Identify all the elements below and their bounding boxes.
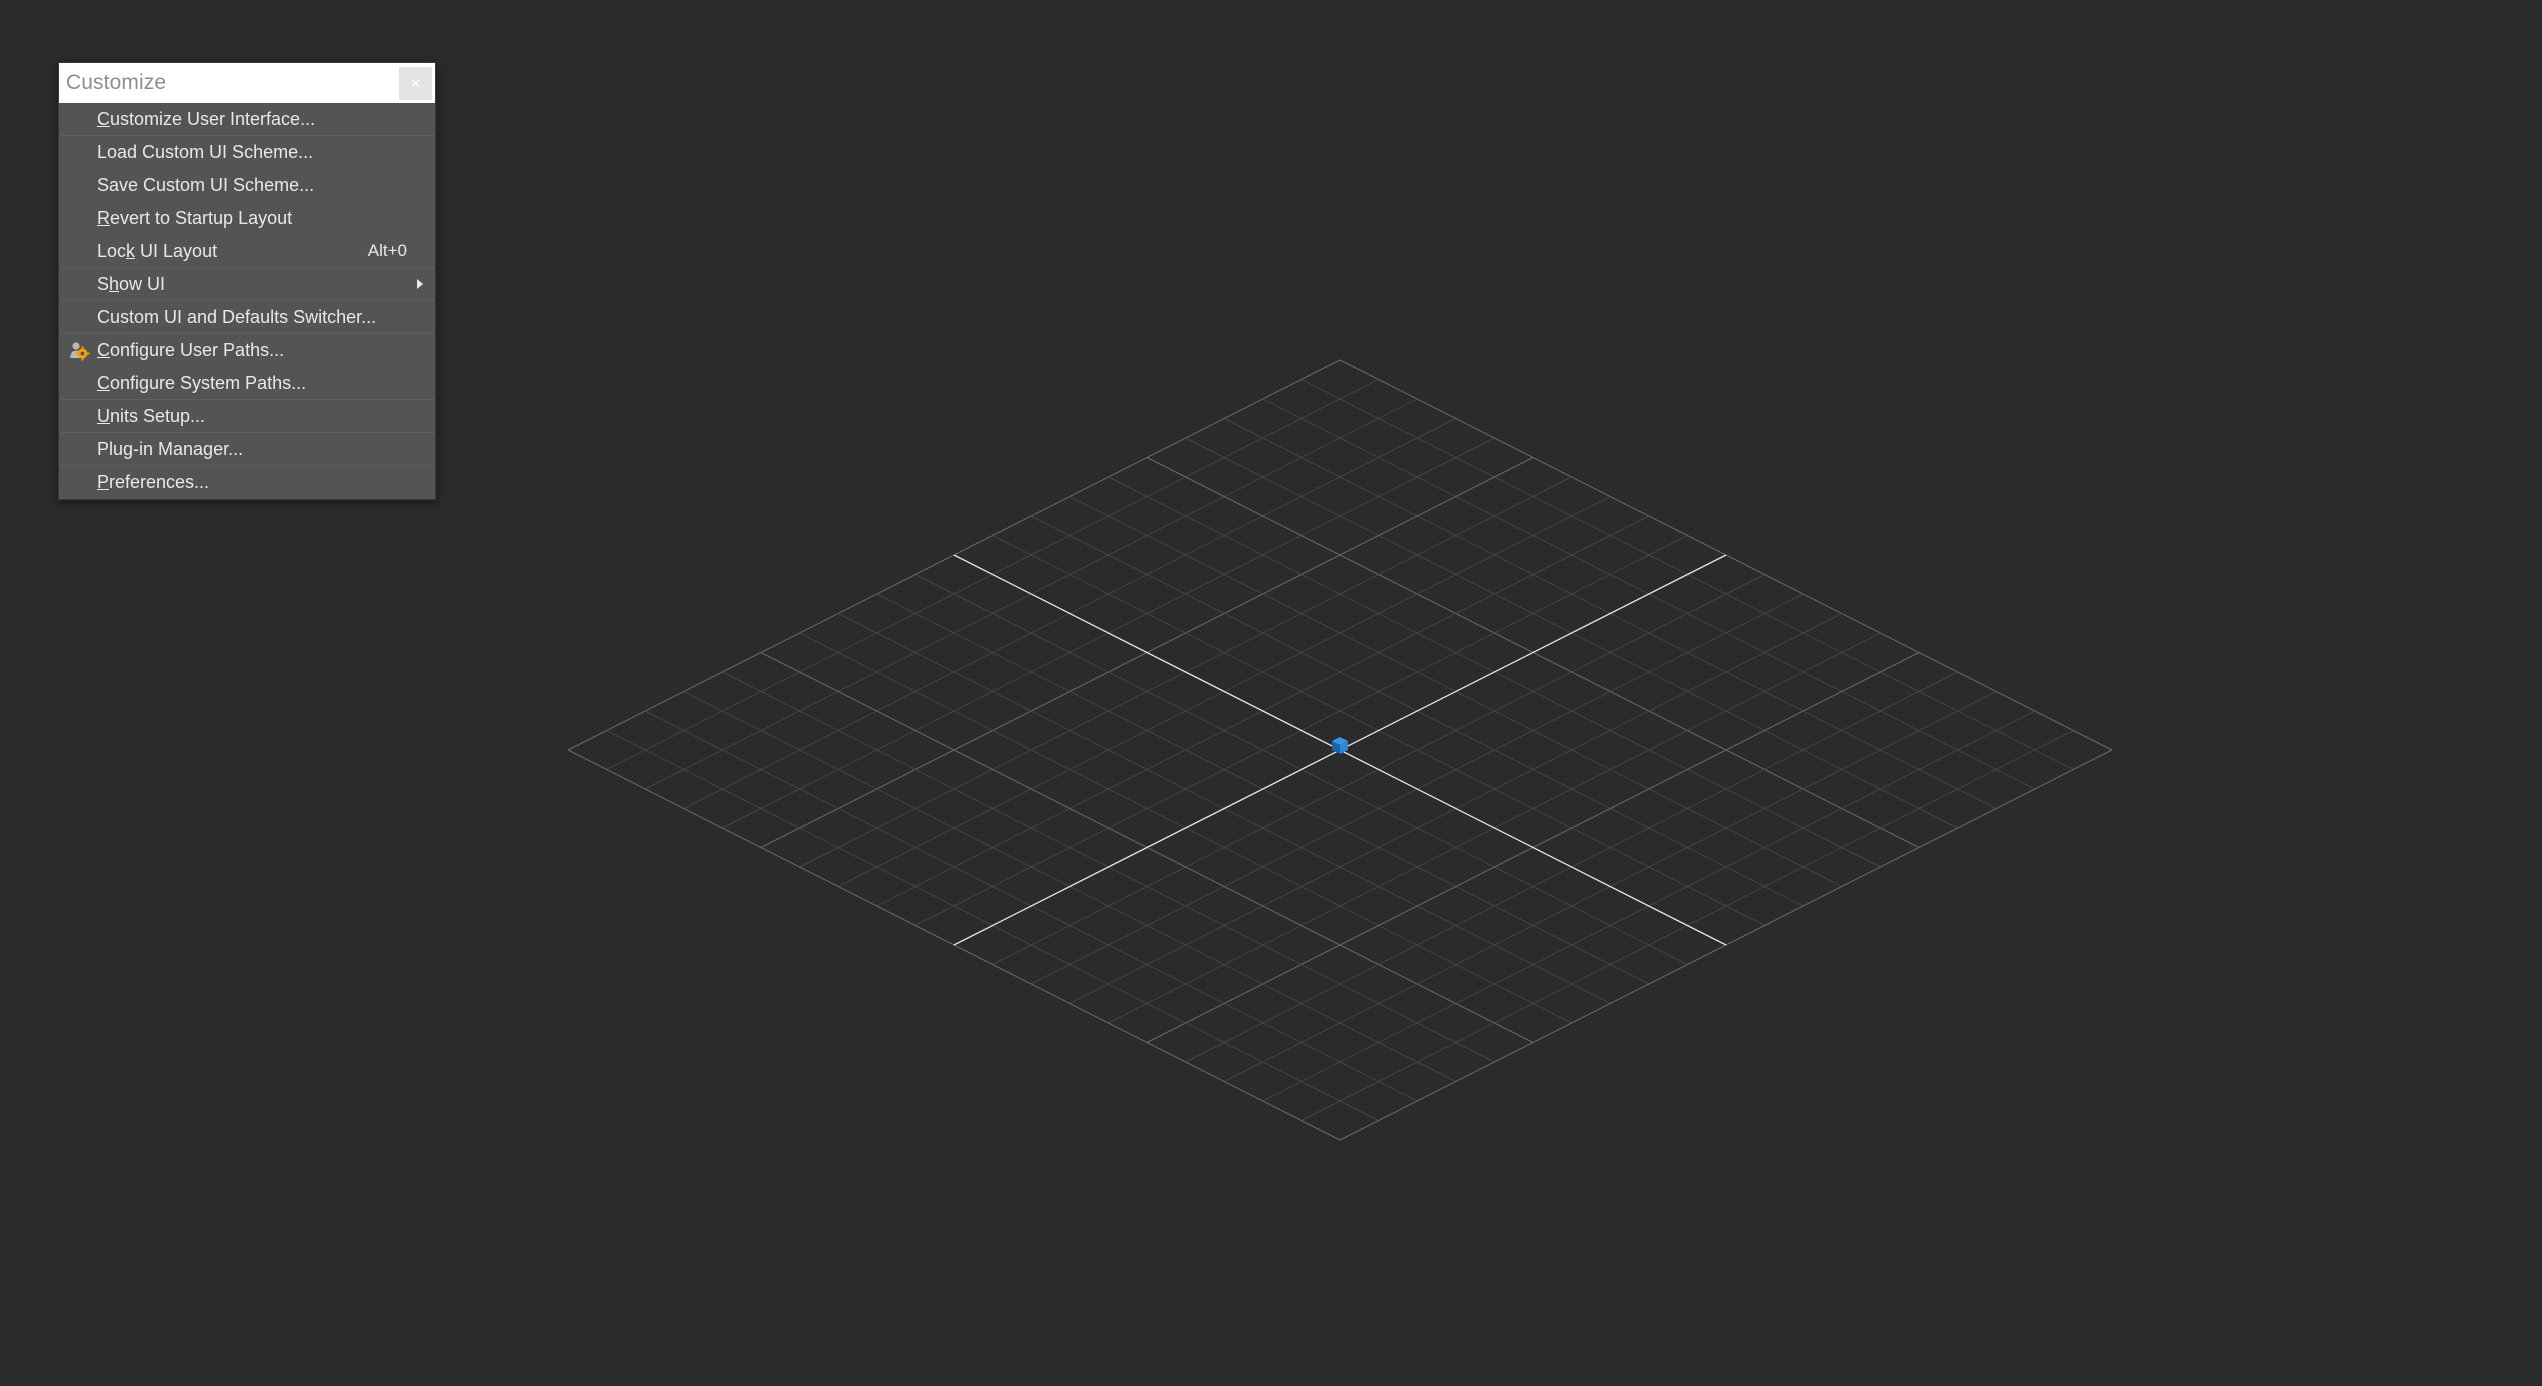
menu-item-configure-user-paths[interactable]: Configure User Paths... <box>59 334 435 367</box>
menu-item-customize-user-interface[interactable]: Customize User Interface... <box>59 103 435 136</box>
menu-item-icon-slot <box>67 273 91 295</box>
menu-item-load-custom-ui-scheme[interactable]: Load Custom UI Scheme... <box>59 136 435 169</box>
menu-item-icon-slot <box>67 208 91 230</box>
menu-item-list: Customize User Interface... Load Custom U… <box>59 103 435 499</box>
menu-item-configure-system-paths[interactable]: Configure System Paths... <box>59 367 435 400</box>
menu-item-custom-ui-and-defaults-switcher[interactable]: Custom UI and Defaults Switcher... <box>59 301 435 334</box>
menu-item-label: Custom UI and Defaults Switcher... <box>97 306 377 327</box>
menu-item-icon-slot <box>67 372 91 394</box>
menu-item-label: Revert to Startup Layout <box>97 208 293 228</box>
menu-item-label: Preferences... <box>97 472 210 492</box>
menu-item-label: Customize User Interface... <box>97 108 316 129</box>
menu-item-label: Plug-in Manager... <box>97 438 244 459</box>
box-at-origin[interactable] <box>1332 737 1348 754</box>
menu-item-preferences[interactable]: Preferences... <box>59 466 435 499</box>
menu-item-label: Save Custom UI Scheme... <box>97 175 315 195</box>
menu-item-icon-slot <box>67 175 91 197</box>
menu-item-save-custom-ui-scheme[interactable]: Save Custom UI Scheme... <box>59 169 435 202</box>
close-icon[interactable]: × <box>399 66 432 100</box>
menu-item-revert-to-startup-layout[interactable]: Revert to Startup Layout <box>59 202 435 235</box>
menu-item-lock-ui-layout[interactable]: Lock UI Layout Alt+0 <box>59 235 435 268</box>
menu-item-label: Lock UI Layout <box>97 240 218 261</box>
submenu-arrow-icon <box>417 279 423 289</box>
menu-item-show-ui[interactable]: Show UI <box>59 268 435 301</box>
customize-menu-panel[interactable]: Customize × Customize User Interface... L… <box>58 62 436 500</box>
menu-item-icon-slot <box>67 472 91 494</box>
menu-item-label: Configure System Paths... <box>97 372 307 393</box>
menu-item-icon-slot <box>67 438 91 460</box>
menu-item-units-setup[interactable]: Units Setup... <box>59 400 435 433</box>
app-root: Customize × Customize User Interface... L… <box>0 0 2542 1386</box>
menu-item-icon-slot <box>67 108 91 130</box>
menu-item-label: Units Setup... <box>97 405 206 426</box>
panel-title: Customize <box>66 71 167 94</box>
menu-item-icon-slot <box>67 240 91 262</box>
menu-item-label: Load Custom UI Scheme... <box>97 142 314 162</box>
menu-item-plug-in-manager[interactable]: Plug-in Manager... <box>59 433 435 466</box>
user-gear-icon <box>67 340 91 362</box>
menu-item-icon-slot <box>67 405 91 427</box>
menu-item-label: Show UI <box>97 273 166 294</box>
menu-item-icon-slot <box>67 306 91 328</box>
panel-titlebar[interactable]: Customize × <box>59 63 435 103</box>
menu-item-shortcut: Alt+0 <box>367 241 407 260</box>
menu-item-label: Configure User Paths... <box>97 340 285 360</box>
menu-item-icon-slot <box>67 142 91 164</box>
